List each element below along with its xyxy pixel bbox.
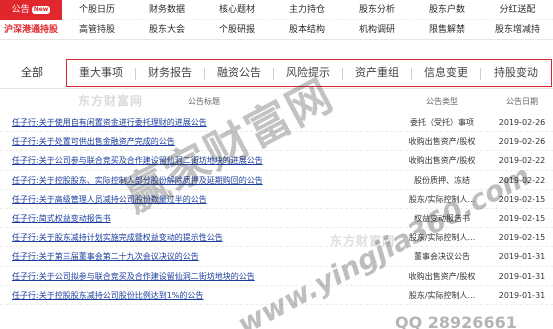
table-row: 任子行:关于使用自有闲置资金进行委托理财的进展公告 委托（受托）事项 2019-02…: [0, 113, 553, 133]
nav-item-main-holdings[interactable]: 主力持仓: [272, 0, 342, 20]
nav-item-label: 公告: [11, 5, 30, 15]
announcement-title-link[interactable]: 任子行:关于股东减持计划实施完成暨权益变动的提示性公告: [12, 228, 223, 247]
table-row: 任子行:关于公司参与联合竞买及合作建设留仙洞二街坊地块的进展公告 收购出售资产/股…: [0, 151, 553, 171]
watermark-qq: QQ 28926661: [395, 313, 517, 329]
announcement-date: 2019-01-31: [498, 271, 546, 281]
top-nav: 公告 New 个股日历 财务数据 核心题材 主力持仓 股东分析 股东户数 分红送配…: [0, 0, 553, 40]
announcement-type: 董事会决议公告: [414, 252, 470, 262]
table-row: 任子行:关于公司拟参与联合竞买及合作建设留仙洞二街坊地块的公告 收购出售资产/股权…: [0, 267, 553, 286]
column-header-title: 公告标题: [188, 97, 220, 106]
table-header: 公告标题 公告类型 公告日期: [0, 91, 553, 113]
tab-holding-changes[interactable]: 持股变动: [481, 60, 551, 88]
nav-item-shareholder-count[interactable]: 股东户数: [412, 0, 482, 20]
nav-item-financial-data[interactable]: 财务数据: [132, 0, 202, 20]
table-row: 任子行:关于第三届董事会第二十九次会议决议的公告 董事会决议公告 2019-01-3…: [0, 247, 553, 267]
nav-item-core-themes[interactable]: 核心题材: [202, 0, 272, 20]
announcement-title-link[interactable]: 任子行:关于使用自有闲置资金进行委托理财的进展公告: [12, 113, 207, 132]
announcement-title-link[interactable]: 任子行:关于公司拟参与联合竞买及合作建设留仙洞二街坊地块的公告: [12, 267, 255, 286]
tab-restructuring[interactable]: 资产重组: [343, 60, 411, 88]
announcement-date: 2019-02-22: [498, 175, 546, 185]
announcement-title-link[interactable]: 任子行:关于公司参与联合竞买及合作建设留仙洞二街坊地块的进展公告: [12, 151, 263, 170]
tab-major-events[interactable]: 重大事项: [67, 60, 135, 88]
table-row: 任子行:关于高级管理人员减持公司股份数量过半的公告 股东/实际控制人... 2019…: [0, 190, 553, 209]
tab-risk-warnings[interactable]: 风险提示: [274, 60, 342, 88]
nav-item-connect-holdings[interactable]: 沪深港通持股: [0, 20, 62, 40]
column-header-date: 公告日期: [506, 97, 538, 106]
column-header-type: 公告类型: [426, 97, 458, 106]
tab-all[interactable]: 全部: [14, 58, 50, 88]
tabs-divider-line: [0, 88, 553, 89]
nav-item-shareholder-meeting[interactable]: 股东大会: [132, 20, 202, 40]
announcement-title-link[interactable]: 任子行:关于处置可供出售金融资产完成的公告: [12, 132, 175, 151]
announcement-date: 2019-01-31: [498, 252, 546, 262]
announcement-title-link[interactable]: 任子行:简式权益变动报告书: [12, 209, 111, 228]
announcement-title-link[interactable]: 任子行:关于控股股东、实际控制人部分股份解除质押及延期购回的公告: [12, 171, 263, 190]
table-row: 任子行:关于处置可供出售金融资产完成的公告 收购出售资产/股权 2019-02-26: [0, 132, 553, 152]
announcement-date: 2019-02-15: [498, 213, 546, 223]
announcement-date: 2019-02-22: [498, 156, 546, 166]
nav-item-announcements[interactable]: 公告 New: [0, 0, 62, 20]
new-badge: New: [31, 6, 51, 14]
announcement-date: 2019-01-31: [498, 290, 546, 300]
table-row: 任子行:关于控股股东、实际控制人部分股份解除质押及延期购回的公告 股份质押、冻结 2…: [0, 171, 553, 190]
announcement-type: 股东/实际控制人...: [408, 233, 476, 243]
nav-item-executive-holdings[interactable]: 高管持股: [62, 20, 132, 40]
announcement-title-link[interactable]: 任子行:关于第三届董事会第二十九次会议决议的公告: [12, 247, 199, 266]
nav-item-lockup-expiry[interactable]: 限售解禁: [412, 20, 482, 40]
announcement-title-link[interactable]: 任子行:关于高级管理人员减持公司股份数量过半的公告: [12, 190, 207, 209]
table-row: 任子行:关于控股股东减持公司股份比例达到1%的公告 股东/实际控制人... 2019…: [0, 286, 553, 305]
announcement-type: 权益变动报告书: [414, 213, 470, 223]
announcement-title-link[interactable]: 任子行:关于控股股东减持公司股份比例达到1%的公告: [12, 286, 203, 305]
announcement-type: 股东/实际控制人...: [408, 194, 476, 204]
nav-item-research-reports[interactable]: 个股研报: [202, 20, 272, 40]
announcement-type: 委托（受托）事项: [410, 118, 474, 127]
nav-item-share-structure[interactable]: 股本结构: [272, 20, 342, 40]
nav-row-2: 沪深港通持股 高管持股 股东大会 个股研报 股本结构 机构调研 限售解禁 股东增…: [0, 20, 553, 40]
announcement-type: 收购出售资产/股权: [408, 137, 476, 147]
announcement-type: 股份质押、冻结: [414, 175, 470, 185]
tab-financing[interactable]: 融资公告: [205, 60, 273, 88]
nav-item-stock-calendar[interactable]: 个股日历: [62, 0, 132, 20]
tab-info-changes[interactable]: 信息变更: [412, 60, 480, 88]
announcement-type: 股东/实际控制人...: [408, 290, 476, 300]
nav-item-institutional-research[interactable]: 机构调研: [342, 20, 412, 40]
announcement-type: 收购出售资产/股权: [408, 271, 476, 281]
table-row: 任子行:关于股东减持计划实施完成暨权益变动的提示性公告 股东/实际控制人... 20…: [0, 228, 553, 248]
nav-item-shareholder-analysis[interactable]: 股东分析: [342, 0, 412, 20]
announcement-date: 2019-02-15: [498, 233, 546, 243]
table-row: 任子行:简式权益变动报告书 权益变动报告书 2019-02-15: [0, 209, 553, 229]
nav-item-dividends[interactable]: 分红送配: [482, 0, 553, 20]
category-tabs: 全部 重大事项 财务报告 融资公告 风险提示 资产重组 信息变更 持股变动: [0, 58, 553, 88]
announcement-date: 2019-02-15: [498, 194, 546, 204]
announcement-table: 任子行:关于使用自有闲置资金进行委托理财的进展公告 委托（受托）事项 2019-02…: [0, 113, 553, 305]
nav-item-shareholder-changes[interactable]: 股东增减持: [482, 20, 553, 40]
announcement-date: 2019-02-26: [498, 118, 546, 127]
announcement-date: 2019-02-26: [498, 137, 546, 147]
category-tab-group: 重大事项 财务报告 融资公告 风险提示 资产重组 信息变更 持股变动: [66, 59, 552, 87]
nav-row-1: 公告 New 个股日历 财务数据 核心题材 主力持仓 股东分析 股东户数 分红送配: [0, 0, 553, 20]
tab-financial-reports[interactable]: 财务报告: [136, 60, 204, 88]
announcement-type: 收购出售资产/股权: [408, 156, 476, 166]
